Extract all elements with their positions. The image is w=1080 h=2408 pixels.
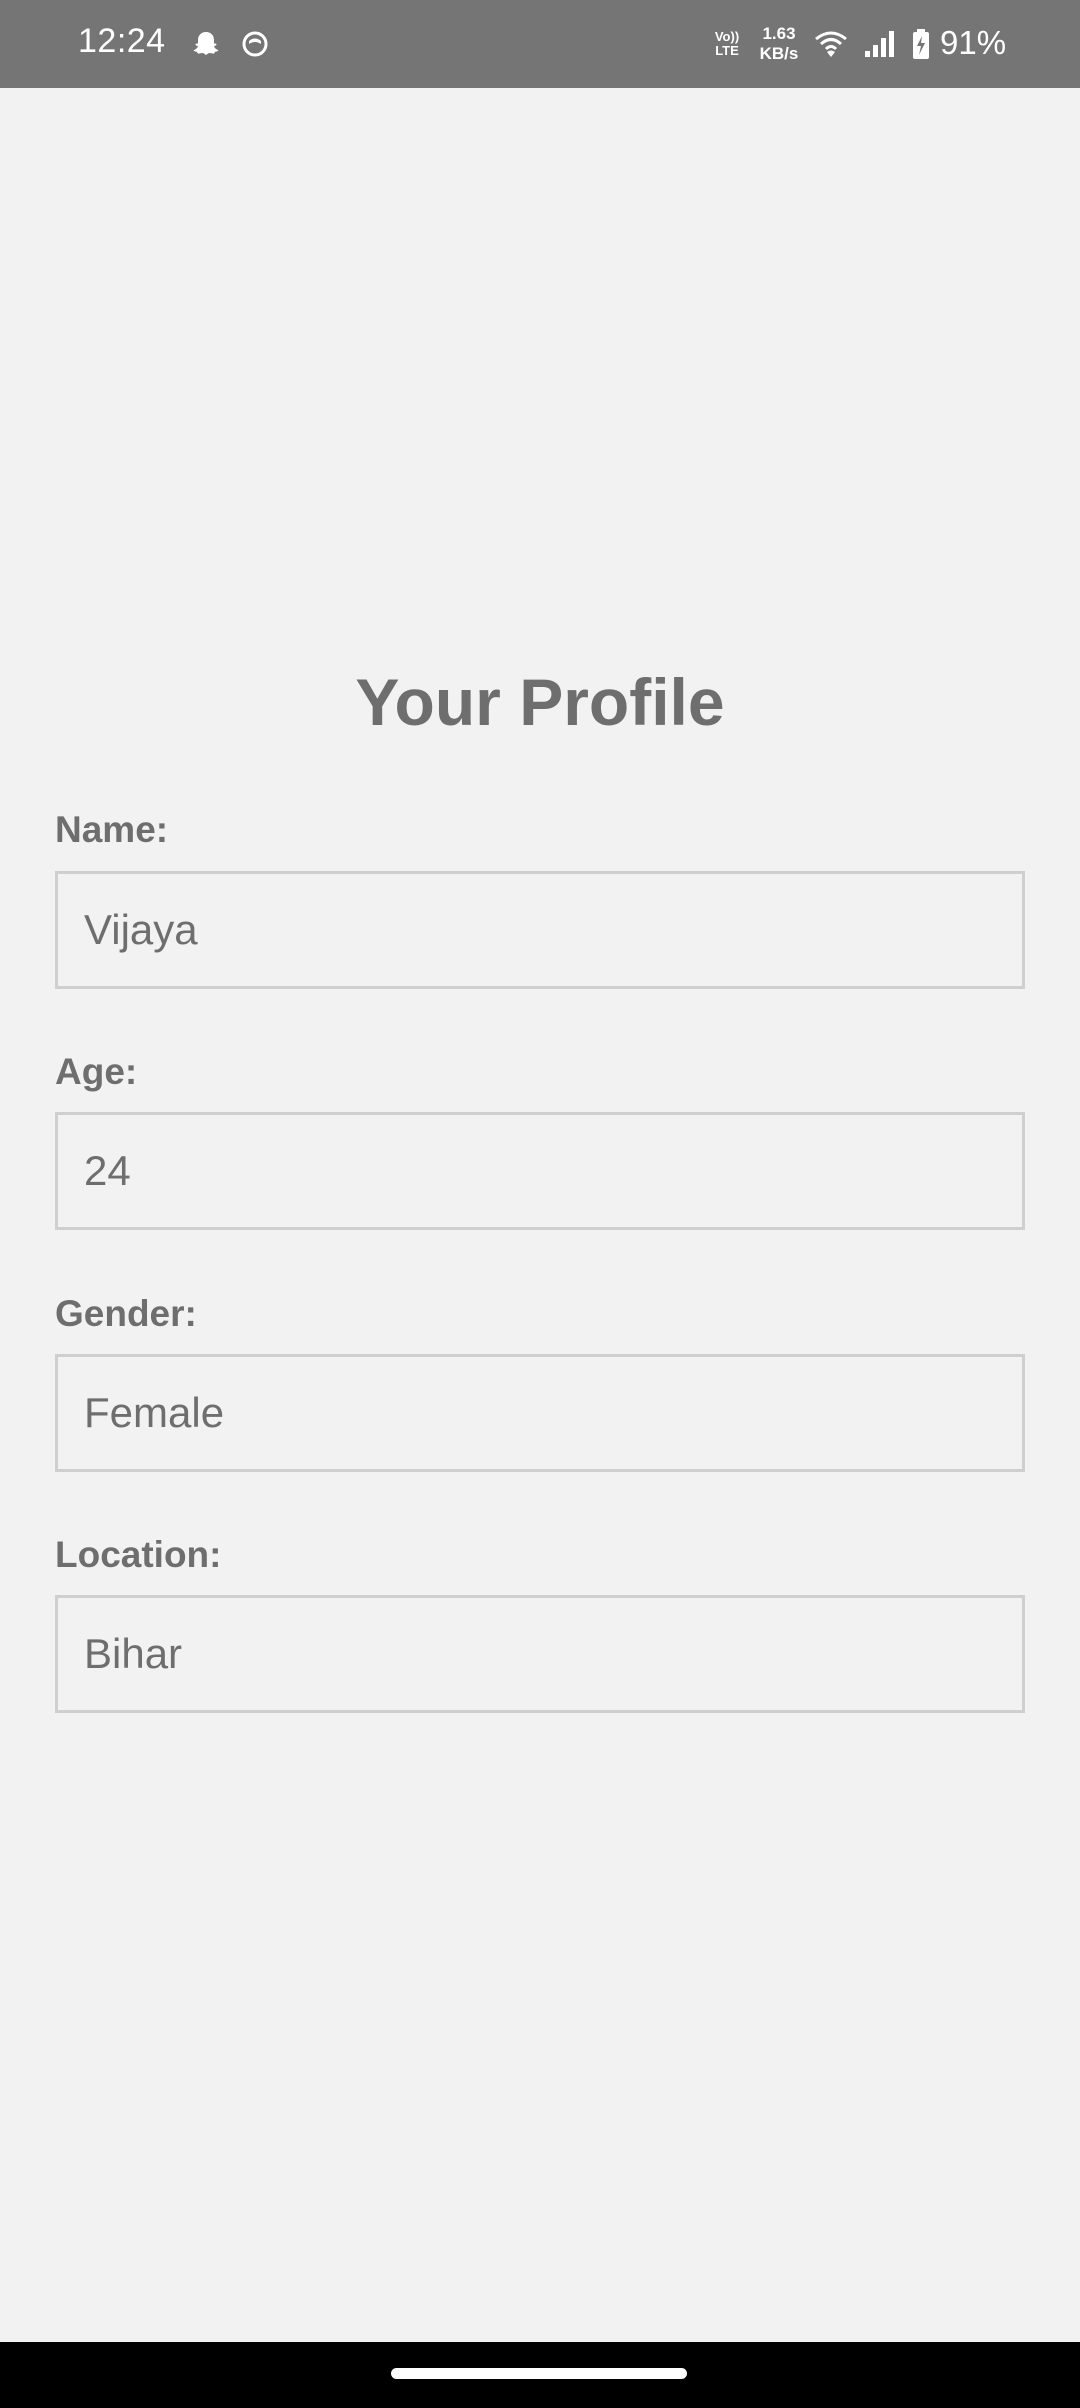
gender-field[interactable]: Female — [55, 1354, 1025, 1472]
age-label: Age: — [55, 1051, 138, 1092]
age-field[interactable]: 24 — [55, 1112, 1025, 1230]
gender-label: Gender: — [55, 1293, 197, 1334]
battery-percent: 91% — [940, 24, 1007, 61]
network-speed: 1.63 KB/s — [756, 24, 802, 64]
name-label: Name: — [55, 809, 169, 850]
volte-label: Vo)) — [714, 29, 740, 44]
page-title: Your Profile — [355, 665, 725, 739]
lte-label: LTE — [715, 43, 739, 58]
status-bar: 12:24 Vo)) LTE 1.63 KB/s 91% — [0, 0, 1080, 88]
status-time: 12:24 — [78, 22, 166, 60]
name-field[interactable]: Vijaya — [55, 871, 1025, 989]
speed-value: 1.63 — [762, 24, 796, 43]
circle-app-icon — [238, 0, 272, 88]
signal-icon — [860, 0, 900, 88]
snapchat-icon — [188, 0, 224, 88]
wifi-icon — [810, 0, 852, 88]
battery-charging-icon — [908, 0, 934, 88]
location-field[interactable]: Bihar — [55, 1595, 1025, 1713]
speed-unit: KB/s — [759, 44, 799, 63]
location-label: Location: — [55, 1534, 222, 1575]
home-gesture-handle[interactable] — [391, 2368, 687, 2379]
volte-icon: Vo)) LTE — [710, 0, 744, 88]
